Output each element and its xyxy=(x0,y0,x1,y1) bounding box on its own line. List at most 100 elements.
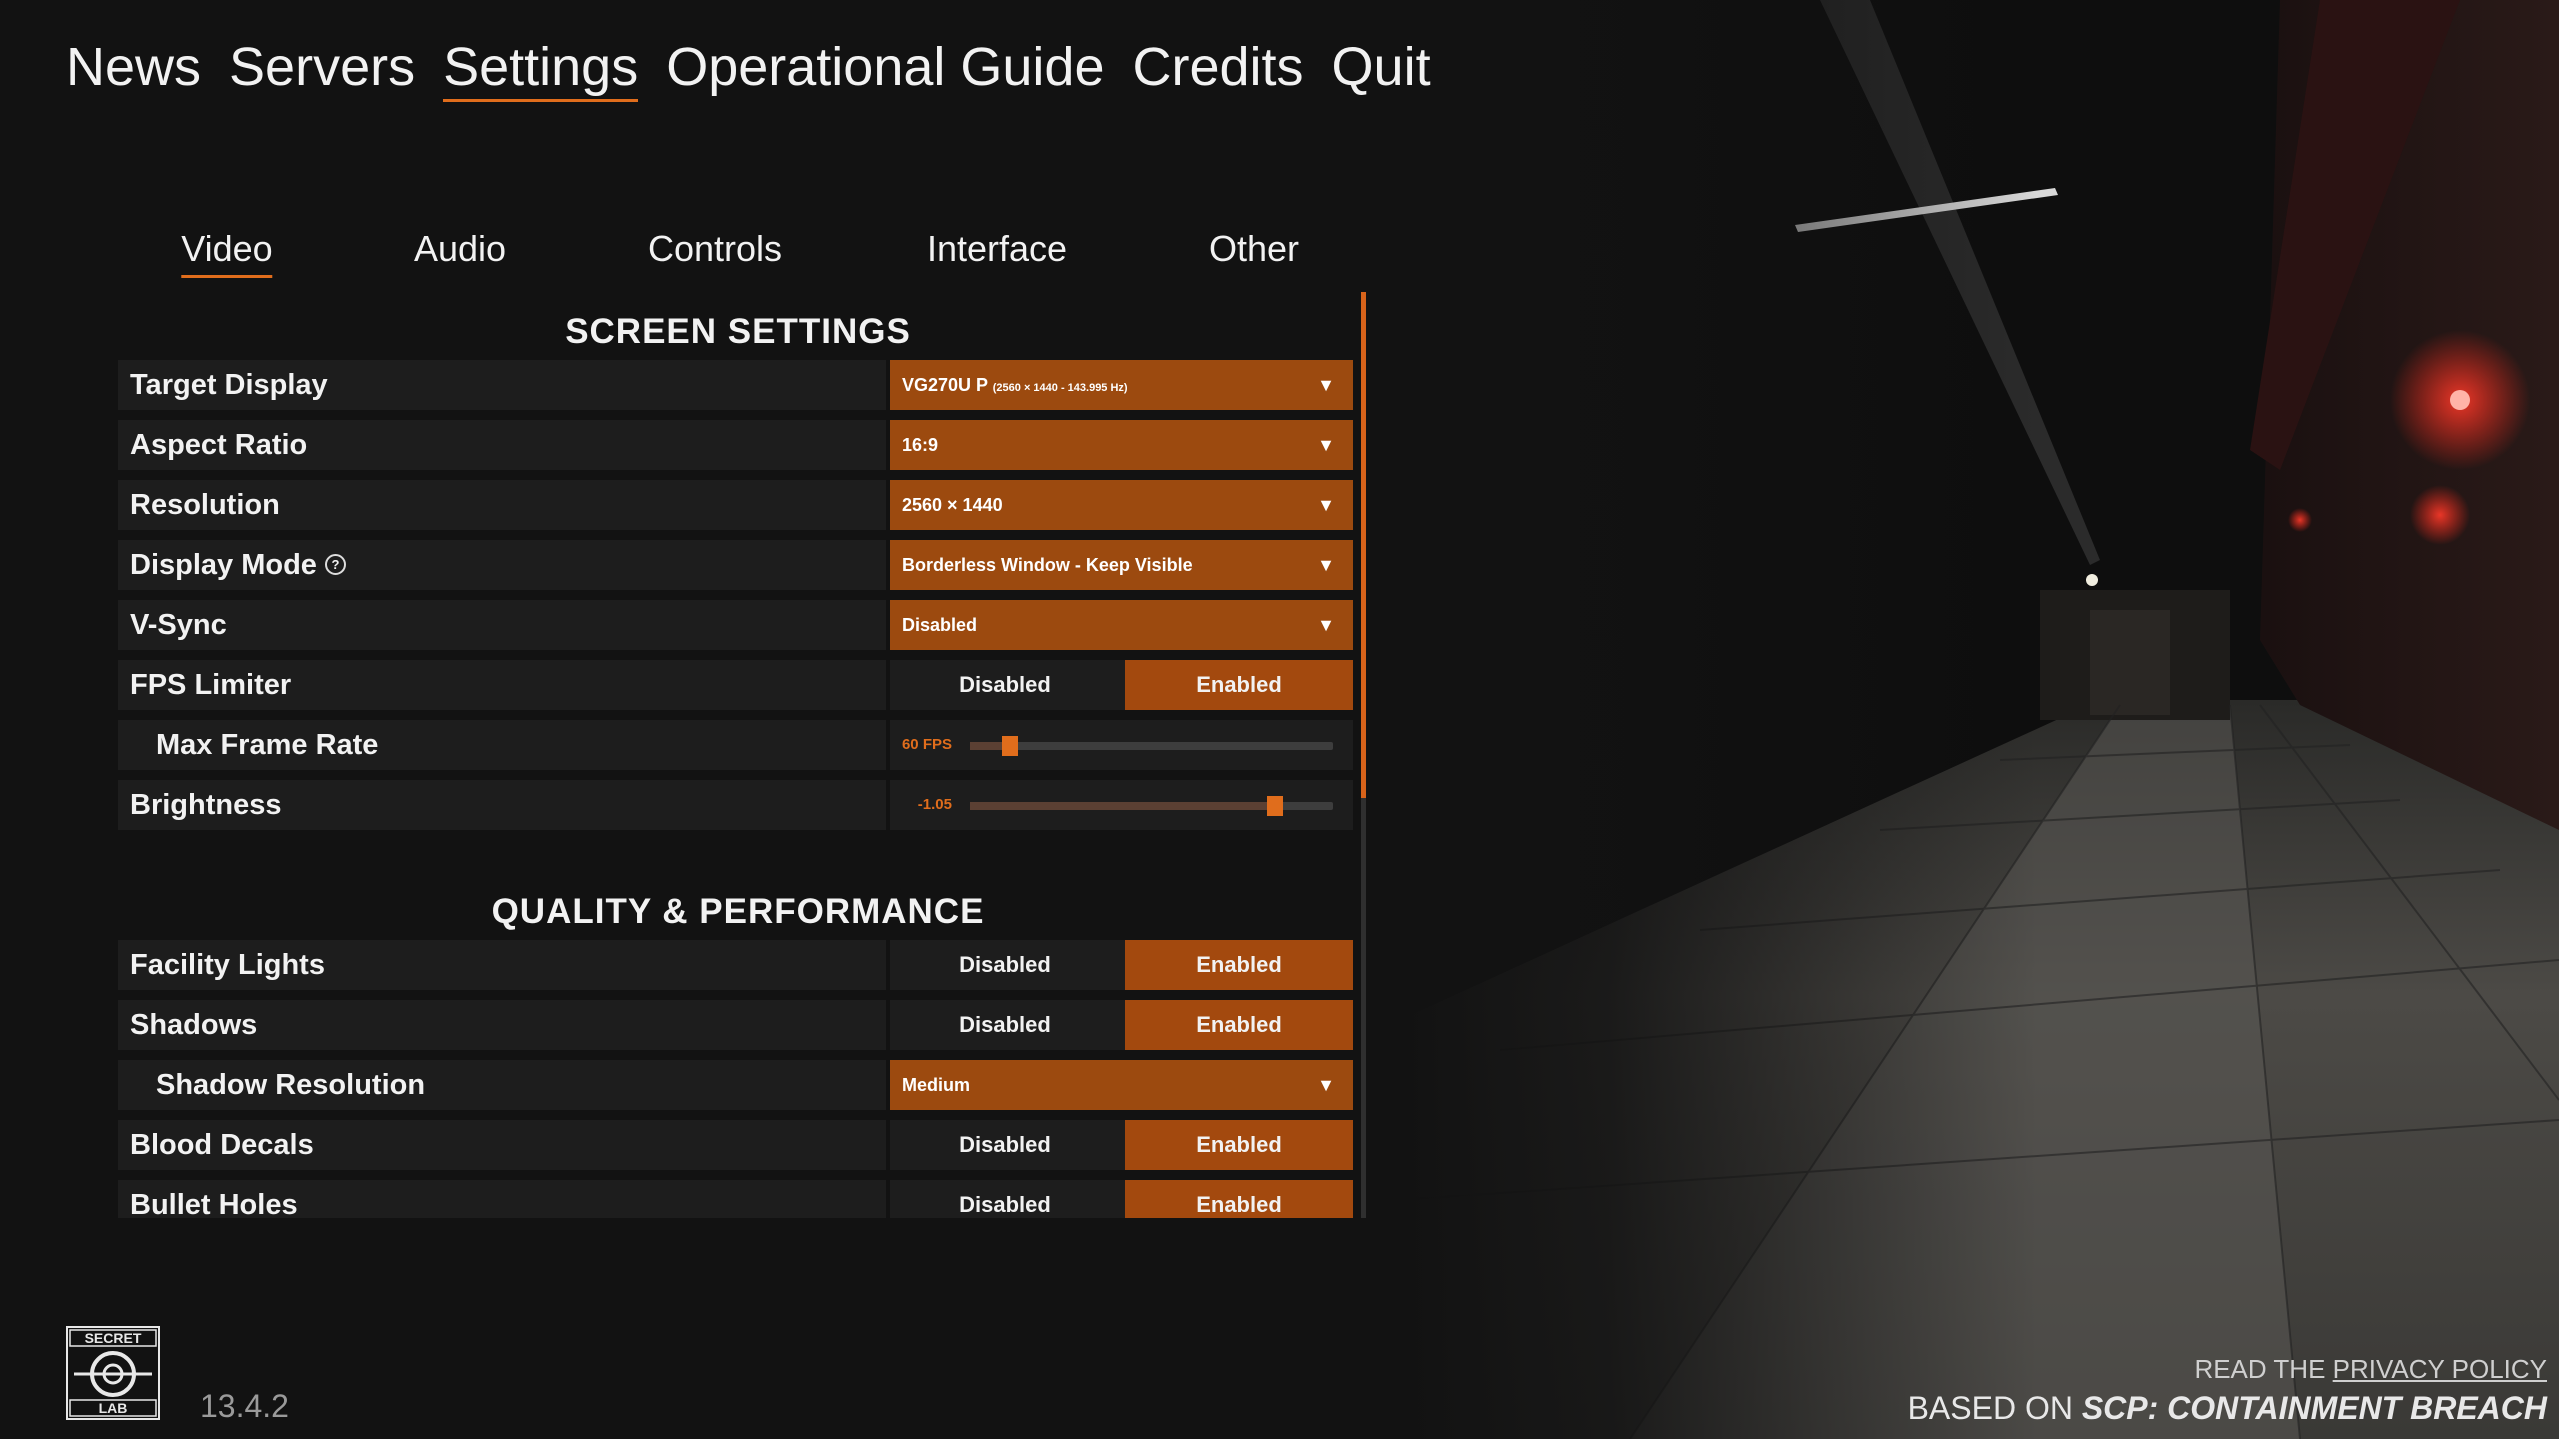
setting-label: Resolution xyxy=(118,480,886,530)
privacy-notice: READ THE PRIVACY POLICY xyxy=(2194,1354,2547,1385)
fps-limiter-toggle: Disabled Enabled xyxy=(890,660,1353,710)
dropdown-arrow-icon: ▼ xyxy=(1317,1075,1335,1095)
settings-tabs: Video Audio Controls Interface Other xyxy=(120,228,1370,288)
display-detail: (2560 × 1440 - 143.995 Hz) xyxy=(992,382,1128,394)
dropdown-value: Borderless Window - Keep Visible xyxy=(902,555,1193,575)
based-prefix: BASED ON xyxy=(1907,1390,2082,1426)
slider-handle[interactable] xyxy=(1266,796,1283,816)
max-frame-rate-slider[interactable] xyxy=(970,736,1333,756)
background-scene xyxy=(1400,0,2559,1439)
setting-label: Blood Decals xyxy=(118,1120,886,1170)
settings-scrollbar[interactable] xyxy=(1361,292,1366,1218)
setting-fps-limiter: FPS Limiter Disabled Enabled xyxy=(118,660,1353,710)
dropdown-value: VG270U P xyxy=(902,375,988,395)
section-title-quality: QUALITY & PERFORMANCE xyxy=(491,892,985,931)
resolution-dropdown[interactable]: 2560 × 1440 ▼ xyxy=(890,480,1353,530)
shadow-resolution-dropdown[interactable]: Medium ▼ xyxy=(890,1060,1353,1110)
setting-blood-decals: Blood Decals Disabled Enabled xyxy=(118,1120,1353,1170)
setting-resolution: Resolution 2560 × 1440 ▼ xyxy=(118,480,1353,530)
setting-label: Aspect Ratio xyxy=(118,420,886,470)
toggle-enabled-option[interactable]: Enabled xyxy=(1125,1120,1353,1170)
based-title: SCP: CONTAINMENT BREACH xyxy=(2081,1390,2547,1426)
setting-facility-lights: Facility Lights Disabled Enabled xyxy=(118,940,1353,990)
setting-bullet-holes: Bullet Holes Disabled Enabled xyxy=(118,1180,1353,1218)
toggle-disabled-option[interactable]: Disabled xyxy=(890,1000,1120,1050)
setting-label: FPS Limiter xyxy=(118,660,886,710)
target-display-dropdown[interactable]: VG270U P (2560 × 1440 - 143.995 Hz) ▼ xyxy=(890,360,1353,410)
dropdown-arrow-icon: ▼ xyxy=(1317,555,1335,575)
toggle-enabled-option[interactable]: Enabled xyxy=(1125,660,1353,710)
setting-shadows: Shadows Disabled Enabled xyxy=(118,1000,1353,1050)
vsync-dropdown[interactable]: Disabled ▼ xyxy=(890,600,1353,650)
display-mode-dropdown[interactable]: Borderless Window - Keep Visible ▼ xyxy=(890,540,1353,590)
logo-icon: SECRET LAB xyxy=(66,1326,160,1420)
logo-text-bottom: LAB xyxy=(99,1400,128,1416)
based-on-notice: BASED ON SCP: CONTAINMENT BREACH xyxy=(1908,1390,2547,1427)
setting-label: V-Sync xyxy=(118,600,886,650)
settings-panel: SCREEN SETTINGS Target Display VG270U P … xyxy=(118,292,1358,1218)
setting-label: Target Display xyxy=(118,360,886,410)
dropdown-value: Medium xyxy=(902,1075,971,1095)
facility-lights-toggle: Disabled Enabled xyxy=(890,940,1353,990)
tab-video[interactable]: Video xyxy=(181,228,274,278)
dropdown-value: 2560 × 1440 xyxy=(902,495,1003,515)
setting-label: Max Frame Rate xyxy=(118,720,886,770)
setting-label: Bullet Holes xyxy=(118,1180,886,1218)
slider-handle[interactable] xyxy=(1001,736,1018,756)
brightness-slider[interactable] xyxy=(970,796,1333,816)
slider-value: 60 FPS xyxy=(901,736,952,753)
tab-interface[interactable]: Interface xyxy=(927,228,1067,270)
brightness-control: -1.05 xyxy=(890,780,1353,830)
menu-settings[interactable]: Settings xyxy=(443,34,639,102)
main-menu: News Servers Settings Operational Guide … xyxy=(66,34,1431,102)
dropdown-value: 16:9 xyxy=(902,435,939,455)
aspect-ratio-dropdown[interactable]: 16:9 ▼ xyxy=(890,420,1353,470)
setting-target-display: Target Display VG270U P (2560 × 1440 - 1… xyxy=(118,360,1353,410)
setting-max-frame-rate: Max Frame Rate 60 FPS xyxy=(118,720,1353,770)
tab-audio[interactable]: Audio xyxy=(414,228,506,270)
shadows-toggle: Disabled Enabled xyxy=(890,1000,1353,1050)
setting-vsync: V-Sync Disabled ▼ xyxy=(118,600,1353,650)
setting-label: Shadows xyxy=(118,1000,886,1050)
setting-shadow-resolution: Shadow Resolution Medium ▼ xyxy=(118,1060,1353,1110)
setting-label: Display Mode xyxy=(130,549,317,581)
menu-servers[interactable]: Servers xyxy=(229,34,415,100)
setting-label: Facility Lights xyxy=(118,940,886,990)
toggle-disabled-option[interactable]: Disabled xyxy=(890,660,1120,710)
logo-text-top: SECRET xyxy=(85,1330,142,1346)
toggle-enabled-option[interactable]: Enabled xyxy=(1125,1000,1353,1050)
setting-label: Brightness xyxy=(118,780,886,830)
setting-label-wrap: Display Mode? xyxy=(118,540,886,590)
setting-aspect-ratio: Aspect Ratio 16:9 ▼ xyxy=(118,420,1353,470)
setting-brightness: Brightness -1.05 xyxy=(118,780,1353,830)
menu-quit[interactable]: Quit xyxy=(1332,34,1431,100)
dropdown-arrow-icon: ▼ xyxy=(1317,495,1335,515)
toggle-enabled-option[interactable]: Enabled xyxy=(1125,1180,1353,1218)
menu-operational-guide[interactable]: Operational Guide xyxy=(666,34,1104,100)
setting-display-mode: Display Mode? Borderless Window - Keep V… xyxy=(118,540,1353,590)
privacy-policy-link[interactable]: PRIVACY POLICY xyxy=(2333,1354,2547,1384)
secret-lab-logo: SECRET LAB xyxy=(66,1326,160,1420)
toggle-disabled-option[interactable]: Disabled xyxy=(890,1180,1120,1218)
privacy-prefix: READ THE xyxy=(2194,1354,2333,1384)
dropdown-arrow-icon: ▼ xyxy=(1317,615,1335,635)
background-fade xyxy=(1400,0,2559,1439)
version-label: 13.4.2 xyxy=(200,1388,289,1424)
toggle-disabled-option[interactable]: Disabled xyxy=(890,940,1120,990)
menu-credits[interactable]: Credits xyxy=(1132,34,1303,100)
tab-other[interactable]: Other xyxy=(1209,228,1299,270)
dropdown-arrow-icon: ▼ xyxy=(1317,375,1335,395)
max-frame-rate-control: 60 FPS xyxy=(890,720,1353,770)
setting-label: Shadow Resolution xyxy=(118,1060,886,1110)
tab-controls[interactable]: Controls xyxy=(648,228,782,270)
dropdown-value: Disabled xyxy=(902,615,978,635)
menu-news[interactable]: News xyxy=(66,34,201,100)
toggle-enabled-option[interactable]: Enabled xyxy=(1125,940,1353,990)
help-icon[interactable]: ? xyxy=(324,553,346,575)
blood-decals-toggle: Disabled Enabled xyxy=(890,1120,1353,1170)
scrollbar-thumb[interactable] xyxy=(1361,292,1366,798)
section-title-screen-settings: SCREEN SETTINGS xyxy=(565,312,911,351)
toggle-disabled-option[interactable]: Disabled xyxy=(890,1120,1120,1170)
dropdown-arrow-icon: ▼ xyxy=(1317,435,1335,455)
bullet-holes-toggle: Disabled Enabled xyxy=(890,1180,1353,1218)
